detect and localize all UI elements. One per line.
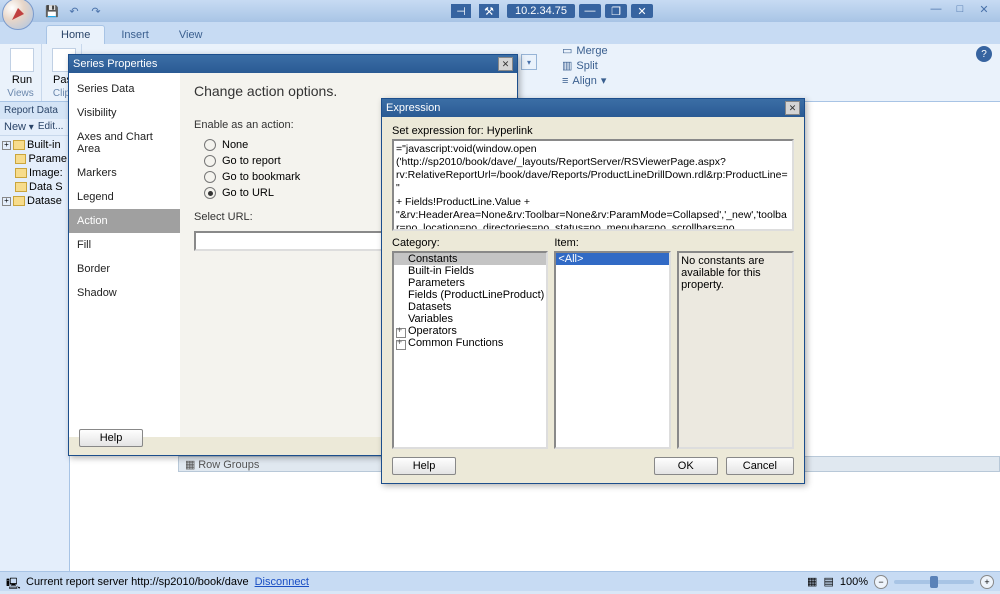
app-logo-icon	[10, 6, 26, 22]
chevron-down-icon: ▾	[601, 74, 607, 87]
cat-parameters[interactable]: Parameters	[394, 277, 546, 289]
item-label: Item:	[554, 237, 671, 249]
zoom-out-button[interactable]: −	[874, 575, 888, 589]
edit-button[interactable]: Edit...	[38, 121, 64, 133]
split-button[interactable]: ▥Split	[562, 59, 608, 72]
expression-dialog: Expression ✕ Set expression for: Hyperli…	[381, 98, 805, 484]
tools-icon[interactable]: ⚒	[479, 4, 499, 18]
report-data-panel: Report Data New ▾ Edit... +Built-in Para…	[0, 102, 70, 571]
merge-button[interactable]: ▭Merge	[562, 44, 608, 57]
cat-constants[interactable]: Constants	[394, 253, 546, 265]
help-button[interactable]: Help	[392, 457, 456, 475]
align-icon: ≡	[562, 75, 568, 87]
category-label: Category:	[392, 237, 548, 249]
run-button[interactable]: Run	[6, 46, 38, 88]
nav-fill[interactable]: Fill	[69, 233, 180, 257]
tree-item-datasets[interactable]: +Datase	[2, 194, 67, 208]
new-button[interactable]: New ▾	[4, 121, 34, 133]
remote-restore-icon[interactable]: ❐	[605, 4, 627, 18]
zoom-slider[interactable]	[894, 580, 974, 584]
preview-mode-icon[interactable]: ▤	[823, 575, 833, 588]
expression-textarea[interactable]	[392, 139, 794, 231]
maximize-icon[interactable]: □	[950, 2, 970, 16]
nav-shadow[interactable]: Shadow	[69, 281, 180, 305]
zoom-in-button[interactable]: +	[980, 575, 994, 589]
save-icon[interactable]: 💾	[44, 3, 60, 19]
tree-item-builtin[interactable]: +Built-in	[2, 138, 67, 152]
dialog-nav: Series Data Visibility Axes and Chart Ar…	[69, 73, 180, 437]
expand-icon[interactable]: +	[2, 141, 11, 150]
cat-fields[interactable]: Fields (ProductLineProduct)	[394, 289, 546, 301]
nav-axes[interactable]: Axes and Chart Area	[69, 125, 180, 161]
action-heading: Change action options.	[194, 83, 503, 99]
dialog-title: Expression	[386, 102, 440, 114]
design-mode-icon[interactable]: ▦	[807, 575, 817, 588]
remote-minimize-icon[interactable]: —	[579, 4, 601, 18]
nav-legend[interactable]: Legend	[69, 185, 180, 209]
tree-item-datasources[interactable]: Data S	[2, 180, 67, 194]
merge-icon: ▭	[562, 44, 572, 57]
dialog-title-bar[interactable]: Expression ✕	[382, 99, 804, 117]
align-button[interactable]: ≡Align ▾	[562, 74, 608, 87]
nav-series-data[interactable]: Series Data	[69, 77, 180, 101]
nav-visibility[interactable]: Visibility	[69, 101, 180, 125]
ribbon-tabs: Home Insert View	[0, 22, 1000, 44]
folder-icon	[15, 154, 27, 164]
expand-icon[interactable]: +	[2, 197, 11, 206]
folder-icon	[13, 196, 25, 206]
description-box: No constants are available for this prop…	[677, 251, 794, 449]
tab-view[interactable]: View	[165, 26, 217, 44]
set-expression-label: Set expression for: Hyperlink	[392, 125, 794, 137]
cat-common-functions[interactable]: Common Functions	[394, 337, 546, 349]
cat-datasets[interactable]: Datasets	[394, 301, 546, 313]
help-icon[interactable]: ?	[976, 46, 992, 62]
pin-icon[interactable]: ⊣	[451, 4, 471, 18]
dialog-title-bar[interactable]: Series Properties ✕	[69, 55, 517, 73]
cat-variables[interactable]: Variables	[394, 313, 546, 325]
zoom-label: 100%	[840, 576, 868, 588]
dialog-title: Series Properties	[73, 58, 157, 70]
nav-markers[interactable]: Markers	[69, 161, 180, 185]
nav-border[interactable]: Border	[69, 257, 180, 281]
report-data-title: Report Data	[0, 102, 69, 119]
remote-title: 10.2.34.75	[507, 4, 575, 18]
chevron-down-icon[interactable]: ▾	[521, 54, 537, 70]
server-icon: 🖳	[6, 575, 20, 589]
category-list[interactable]: Constants Built-in Fields Parameters Fie…	[392, 251, 548, 449]
tree-item-parameters[interactable]: Parame	[2, 152, 67, 166]
cancel-button[interactable]: Cancel	[726, 457, 794, 475]
tab-insert[interactable]: Insert	[107, 26, 163, 44]
folder-icon	[13, 140, 25, 150]
folder-icon	[15, 168, 27, 178]
minimize-icon[interactable]: —	[926, 2, 946, 16]
disconnect-link[interactable]: Disconnect	[255, 576, 309, 588]
ok-button[interactable]: OK	[654, 457, 718, 475]
cat-builtin[interactable]: Built-in Fields	[394, 265, 546, 277]
grid-icon: ▦	[185, 459, 195, 471]
folder-icon	[15, 182, 27, 192]
close-icon[interactable]: ✕	[785, 101, 800, 115]
views-group-label: Views	[6, 88, 35, 99]
tree-item-images[interactable]: Image:	[2, 166, 67, 180]
tab-home[interactable]: Home	[46, 25, 105, 44]
close-icon[interactable]: ✕	[974, 2, 994, 16]
zoom-thumb[interactable]	[930, 576, 938, 588]
undo-icon[interactable]: ↶	[66, 3, 82, 19]
run-icon	[10, 48, 34, 72]
redo-icon[interactable]: ↷	[88, 3, 104, 19]
remote-close-icon[interactable]: ✕	[631, 4, 653, 18]
close-icon[interactable]: ✕	[498, 57, 513, 71]
split-icon: ▥	[562, 59, 572, 72]
status-label: Current report server http://sp2010/book…	[26, 576, 249, 588]
quick-access-toolbar: 💾 ↶ ↷	[44, 3, 104, 19]
nav-action[interactable]: Action	[69, 209, 180, 233]
item-list[interactable]: <All>	[554, 251, 671, 449]
status-bar: 🖳 Current report server http://sp2010/bo…	[0, 571, 1000, 591]
title-bar: 💾 ↶ ↷ ⊣ ⚒ 10.2.34.75 — ❐ ✕ — □ ✕	[0, 0, 1000, 22]
help-button[interactable]: Help	[79, 429, 143, 447]
cat-operators[interactable]: Operators	[394, 325, 546, 337]
item-all[interactable]: <All>	[556, 253, 669, 265]
